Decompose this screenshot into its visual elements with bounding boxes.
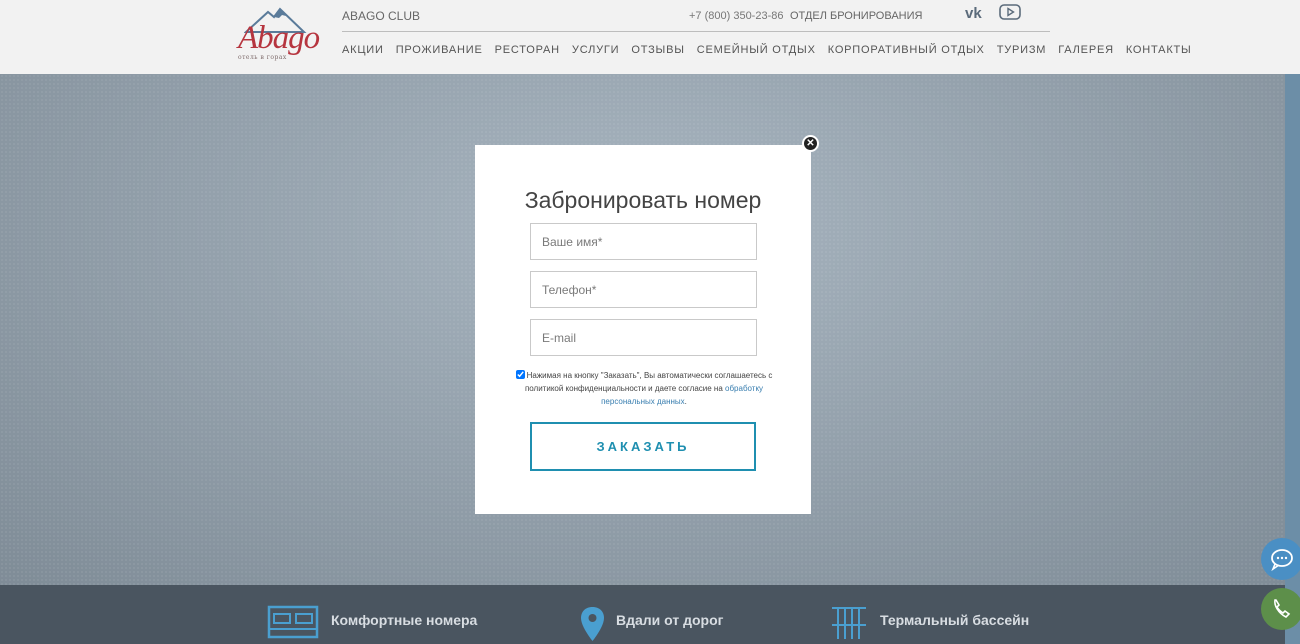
pool-icon bbox=[832, 607, 866, 639]
logo-subtitle: отель в горах bbox=[238, 54, 287, 61]
consent-end: . bbox=[684, 397, 687, 406]
booking-modal: Забронировать номер Нажимая на кнопку "З… bbox=[475, 145, 811, 514]
name-field[interactable] bbox=[530, 223, 757, 260]
nav-item-corporate[interactable]: КОРПОРАТИВНЫЙ ОТДЫХ bbox=[828, 44, 985, 56]
consent-checkbox[interactable] bbox=[515, 370, 525, 379]
nav-item-tourism[interactable]: ТУРИЗМ bbox=[997, 44, 1047, 56]
map-pin-icon bbox=[581, 607, 604, 641]
callback-button[interactable] bbox=[1261, 588, 1300, 630]
header-divider bbox=[342, 31, 1050, 32]
nav-item-reviews[interactable]: ОТЗЫВЫ bbox=[631, 44, 684, 56]
nav-item-contacts[interactable]: КОНТАКТЫ bbox=[1126, 44, 1192, 56]
nav-item-services[interactable]: УСЛУГИ bbox=[572, 44, 619, 56]
feature-thermal-pool: Термальный бассейн bbox=[880, 612, 1030, 628]
svg-text:vk: vk bbox=[965, 5, 982, 21]
site-header: Abago отель в горах ABAGO CLUB +7 (800) … bbox=[0, 0, 1300, 74]
youtube-icon[interactable] bbox=[999, 3, 1021, 21]
phone-link[interactable]: +7 (800) 350-23-86 bbox=[689, 10, 783, 22]
brand-link[interactable]: ABAGO CLUB bbox=[342, 9, 420, 23]
vk-icon[interactable]: vk bbox=[965, 3, 988, 21]
bed-icon bbox=[267, 605, 319, 639]
booking-link[interactable]: ОТДЕЛ БРОНИРОВАНИЯ bbox=[790, 10, 922, 22]
features-bar: Комфортные номера Вдали от дорог Термаль… bbox=[0, 585, 1285, 644]
nav-item-restaurant[interactable]: РЕСТОРАН bbox=[495, 44, 560, 56]
site-logo[interactable]: Abago отель в горах bbox=[236, 6, 320, 64]
nav-item-promotions[interactable]: АКЦИИ bbox=[342, 44, 384, 56]
logo-word: Abago bbox=[238, 20, 320, 56]
feature-comfortable-rooms: Комфортные номера bbox=[331, 612, 478, 628]
feature-far-from-roads: Вдали от дорог bbox=[616, 612, 724, 628]
chat-bubble-icon bbox=[1271, 549, 1293, 572]
nav-item-accommodation[interactable]: ПРОЖИВАНИЕ bbox=[396, 44, 483, 56]
email-field[interactable] bbox=[530, 319, 757, 356]
phone-field[interactable] bbox=[530, 271, 757, 308]
nav-item-family[interactable]: СЕМЕЙНЫЙ ОТДЫХ bbox=[697, 44, 816, 56]
order-button[interactable]: ЗАКАЗАТЬ bbox=[530, 422, 756, 471]
phone-icon bbox=[1274, 599, 1291, 618]
chat-button[interactable] bbox=[1261, 538, 1300, 580]
modal-title: Забронировать номер bbox=[524, 187, 762, 213]
consent-block: Нажимая на кнопку "Заказать", Вы автомат… bbox=[506, 369, 782, 408]
close-icon[interactable]: ✕ bbox=[802, 135, 819, 152]
main-nav: АКЦИИ ПРОЖИВАНИЕ РЕСТОРАН УСЛУГИ ОТЗЫВЫ … bbox=[342, 44, 1192, 56]
nav-item-gallery[interactable]: ГАЛЕРЕЯ bbox=[1058, 44, 1114, 56]
